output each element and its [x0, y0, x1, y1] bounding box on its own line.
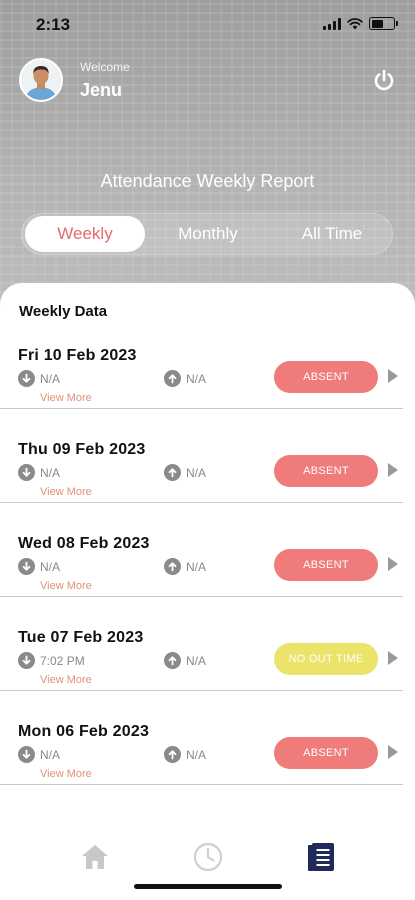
check-in-time: N/A — [40, 559, 61, 574]
view-more-link[interactable]: View More — [40, 392, 92, 404]
check-in: N/A — [18, 558, 60, 575]
status-time: 2:13 — [36, 15, 71, 34]
check-in: N/A — [18, 464, 60, 481]
check-out: N/A — [164, 370, 206, 387]
power-button[interactable] — [371, 68, 397, 94]
nav-reports[interactable] — [304, 840, 338, 874]
view-more-link[interactable]: View More — [40, 580, 92, 592]
battery-icon — [369, 17, 398, 30]
row-date: Tue 07 Feb 2023 — [18, 629, 144, 646]
welcome-label: Welcome — [80, 60, 130, 74]
status-badge: ABSENT — [274, 455, 378, 487]
view-more-link[interactable]: View More — [40, 674, 92, 686]
check-in-time: N/A — [40, 747, 61, 762]
row-date: Wed 08 Feb 2023 — [18, 535, 150, 552]
list-item[interactable]: Fri 10 Feb 2023 N/A N/A View More ABSENT — [0, 347, 415, 441]
arrow-up-circle-icon — [164, 464, 181, 481]
arrow-down-circle-icon — [18, 464, 35, 481]
check-out-time: N/A — [186, 371, 207, 386]
report-icon — [308, 843, 334, 871]
page-title: Attendance Weekly Report — [100, 171, 315, 191]
user-name: Jenu — [80, 80, 123, 100]
wifi-icon — [347, 17, 363, 29]
nav-home[interactable] — [78, 840, 112, 874]
status-badge: NO OUT TIME — [274, 643, 378, 675]
list-item[interactable]: Wed 08 Feb 2023 N/A N/A View More ABSENT — [0, 535, 415, 629]
arrow-down-circle-icon — [18, 558, 35, 575]
check-out-time: N/A — [186, 653, 207, 668]
tab-monthly[interactable]: Monthly — [162, 214, 254, 254]
status-badge: ABSENT — [274, 737, 378, 769]
divider — [0, 784, 403, 785]
row-date: Thu 09 Feb 2023 — [18, 441, 146, 458]
check-in-time: N/A — [40, 371, 61, 386]
chevron-right-icon[interactable] — [388, 369, 398, 383]
arrow-down-circle-icon — [18, 652, 35, 669]
check-in: N/A — [18, 746, 60, 763]
check-in: N/A — [18, 370, 60, 387]
home-indicator[interactable] — [134, 884, 282, 889]
divider — [0, 502, 403, 503]
chevron-right-icon[interactable] — [388, 745, 398, 759]
check-out-time: N/A — [186, 747, 207, 762]
period-tabs: Weekly Monthly All Time — [21, 213, 393, 255]
tab-weekly[interactable]: Weekly — [25, 216, 145, 252]
arrow-up-circle-icon — [164, 370, 181, 387]
list-item[interactable]: Thu 09 Feb 2023 N/A N/A View More ABSENT — [0, 441, 415, 535]
avatar[interactable] — [19, 58, 63, 102]
clock-icon — [193, 842, 223, 872]
arrow-up-circle-icon — [164, 652, 181, 669]
section-title: Weekly Data — [19, 303, 108, 320]
tab-all-time[interactable]: All Time — [282, 214, 382, 254]
check-in: 7:02 PM — [18, 652, 85, 669]
arrow-down-circle-icon — [18, 370, 35, 387]
view-more-link[interactable]: View More — [40, 768, 92, 780]
check-out: N/A — [164, 464, 206, 481]
arrow-down-circle-icon — [18, 746, 35, 763]
nav-history[interactable] — [191, 840, 225, 874]
chevron-right-icon[interactable] — [388, 463, 398, 477]
weekly-data-card: Weekly Data Fri 10 Feb 2023 N/A N/A View… — [0, 283, 415, 900]
power-icon — [374, 69, 394, 91]
signal-icon — [323, 17, 341, 30]
check-out-time: N/A — [186, 559, 207, 574]
status-icons — [323, 17, 398, 30]
list-item[interactable]: Tue 07 Feb 2023 7:02 PM N/A View More NO… — [0, 629, 415, 723]
chevron-right-icon[interactable] — [388, 557, 398, 571]
status-badge: ABSENT — [274, 549, 378, 581]
view-more-link[interactable]: View More — [40, 486, 92, 498]
check-out: N/A — [164, 652, 206, 669]
check-in-time: N/A — [40, 465, 61, 480]
list-item[interactable]: Mon 06 Feb 2023 N/A N/A View More ABSENT — [0, 723, 415, 817]
row-date: Fri 10 Feb 2023 — [18, 347, 137, 364]
status-bar: 2:13 — [0, 0, 415, 50]
divider — [0, 596, 403, 597]
chevron-right-icon[interactable] — [388, 651, 398, 665]
check-out: N/A — [164, 558, 206, 575]
divider — [0, 690, 403, 691]
check-out-time: N/A — [186, 465, 207, 480]
user-avatar-icon — [21, 60, 61, 100]
status-badge: ABSENT — [274, 361, 378, 393]
home-icon — [82, 845, 108, 869]
check-out: N/A — [164, 746, 206, 763]
row-date: Mon 06 Feb 2023 — [18, 723, 150, 740]
arrow-up-circle-icon — [164, 558, 181, 575]
divider — [0, 408, 403, 409]
arrow-up-circle-icon — [164, 746, 181, 763]
check-in-time: 7:02 PM — [40, 653, 85, 668]
